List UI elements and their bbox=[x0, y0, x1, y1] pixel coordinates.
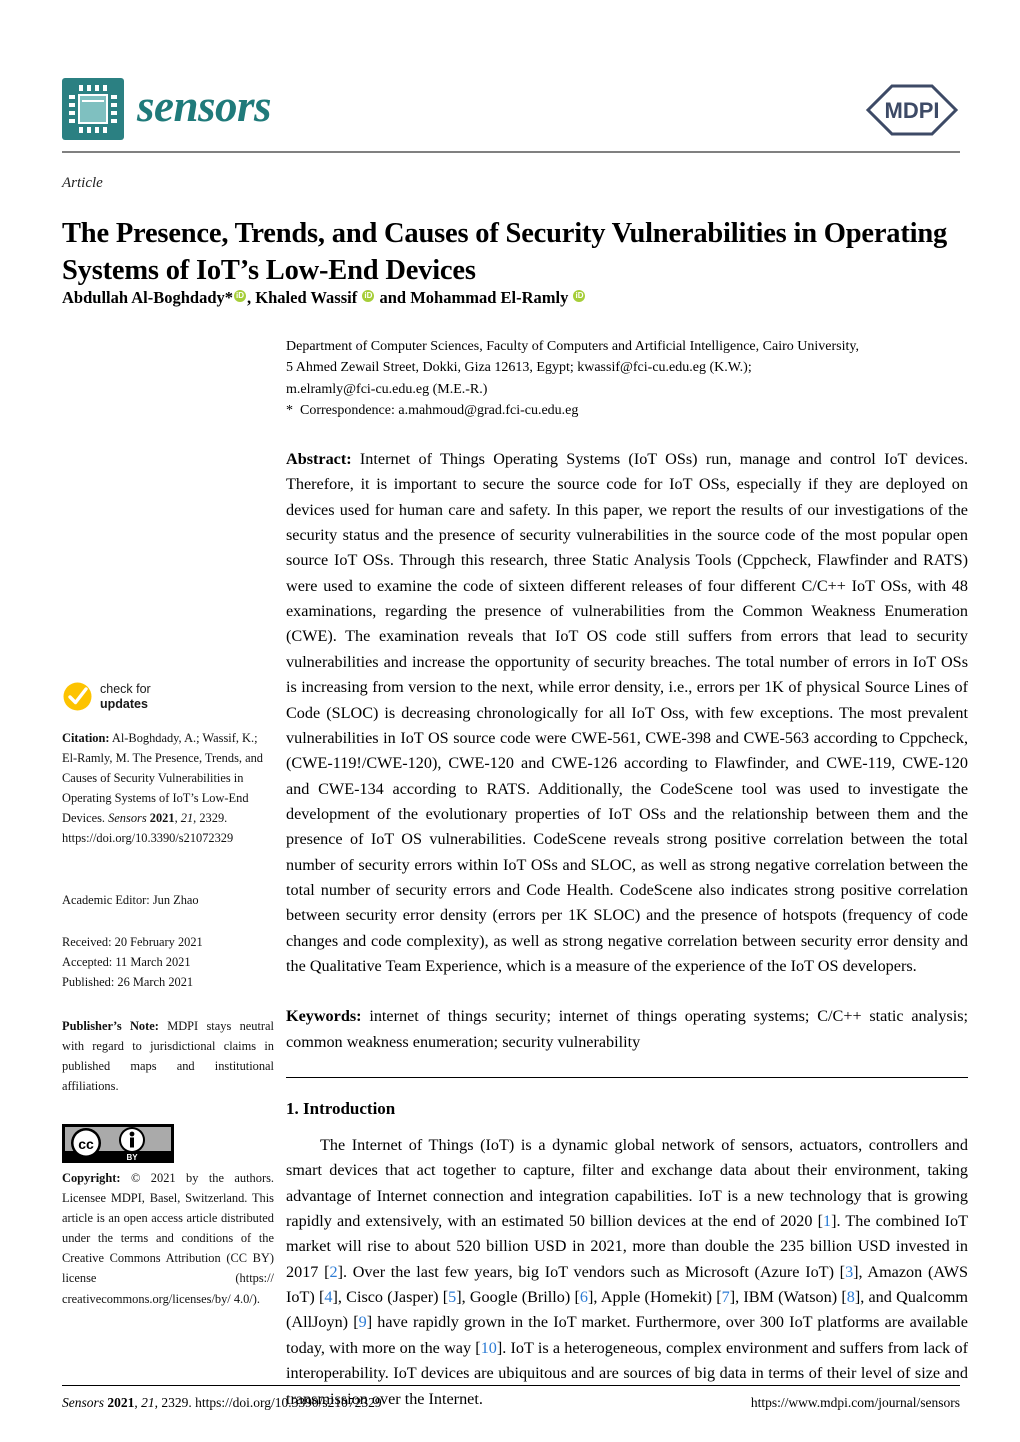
citation-reference[interactable]: 7 bbox=[722, 1288, 730, 1306]
citation-pages: 2329 bbox=[199, 811, 225, 826]
affiliation: Department of Computer Sciences, Faculty… bbox=[286, 336, 968, 421]
citation-label: Citation: bbox=[62, 731, 110, 745]
citation-year: 2021 bbox=[149, 811, 175, 826]
citation-reference[interactable]: 4 bbox=[324, 1288, 332, 1306]
received-date: Received: 20 February 2021 bbox=[62, 935, 203, 949]
publisher-note: Publisher’s Note: MDPI stays neutral wit… bbox=[62, 1016, 274, 1096]
citation-reference[interactable]: 2 bbox=[329, 1263, 337, 1281]
orcid-icon[interactable] bbox=[573, 289, 586, 302]
svg-text:MDPI: MDPI bbox=[885, 98, 940, 123]
citation-doi-line1[interactable]: https://doi.org/ bbox=[62, 831, 135, 845]
citation-reference[interactable]: 6 bbox=[580, 1288, 588, 1306]
keywords: Keywords: internet of things security; i… bbox=[286, 1004, 968, 1055]
correspondence-text: Correspondence: a.mahmoud@grad.fci-cu.ed… bbox=[300, 402, 579, 418]
paper-page: sensors MDPI Article The Presence, Trend… bbox=[0, 0, 1020, 1442]
footer-citation: Sensors 2021, 21, 2329. https://doi.org/… bbox=[62, 1395, 382, 1410]
check-for-updates-badge[interactable]: check for updates bbox=[62, 681, 151, 712]
correspondence-line: * Correspondence: a.mahmoud@grad.fci-cu.… bbox=[286, 400, 968, 421]
publisher-note-label: Publisher’s Note: bbox=[62, 1019, 159, 1033]
dates-block: Received: 20 February 2021 Accepted: 11 … bbox=[62, 932, 274, 992]
abstract-text: Internet of Things Operating Systems (Io… bbox=[286, 450, 968, 975]
section-divider bbox=[286, 1076, 968, 1078]
abstract: Abstract: Internet of Things Operating S… bbox=[286, 447, 968, 979]
footer-rest: , 2329. https://doi.org/10.3390/s2107232… bbox=[154, 1395, 382, 1410]
abstract-label: Abstract: bbox=[286, 450, 352, 469]
citation-reference[interactable]: 3 bbox=[845, 1263, 853, 1281]
corresponding-mark: * bbox=[224, 288, 234, 307]
citation-reference[interactable]: 9 bbox=[359, 1313, 367, 1331]
citation-reference[interactable]: 1 bbox=[823, 1212, 831, 1230]
journal-name: sensors bbox=[137, 80, 272, 131]
section-heading-introduction: 1. Introduction bbox=[286, 1098, 396, 1118]
accepted-date: Accepted: 11 March 2021 bbox=[62, 955, 191, 970]
page-title: The Presence, Trends, and Causes of Secu… bbox=[62, 218, 948, 287]
introduction-paragraph: The Internet of Things (IoT) is a dynami… bbox=[286, 1136, 969, 1408]
masthead-divider bbox=[62, 151, 960, 153]
citation-reference[interactable]: 8 bbox=[847, 1288, 855, 1306]
author-name: Mohammad El-Ramly bbox=[410, 288, 569, 307]
author-name: Khaled Wassif bbox=[255, 288, 358, 307]
check-for-updates-label: check for updates bbox=[100, 682, 151, 712]
creative-commons-by-icon[interactable]: cc BY bbox=[62, 1124, 174, 1163]
chip-icon bbox=[62, 78, 124, 140]
footer-volume: 21 bbox=[141, 1395, 155, 1410]
footer-journal-url[interactable]: https://www.mdpi.com/journal/sensors bbox=[751, 1395, 960, 1411]
academic-editor: Academic Editor: Jun Zhao bbox=[62, 893, 199, 907]
copyright-text: © 2021 by the authors. Licensee MDPI, Ba… bbox=[62, 1171, 274, 1306]
footer-year: 2021 bbox=[107, 1395, 135, 1410]
svg-text:cc: cc bbox=[78, 1136, 94, 1152]
citation-volume: 21 bbox=[180, 811, 194, 826]
author-name: Abdullah Al-Boghdady bbox=[62, 288, 225, 307]
affiliation-line: Department of Computer Sciences, Faculty… bbox=[286, 339, 859, 354]
author-separator: and bbox=[375, 288, 411, 307]
published-date: Published: 26 March 2021 bbox=[62, 975, 194, 990]
cfu-line2: updates bbox=[100, 696, 148, 711]
citation-reference[interactable]: 5 bbox=[448, 1288, 456, 1306]
citation-doi-line2[interactable]: 10.3390/s21072329 bbox=[135, 831, 233, 845]
copyright-label: Copyright: bbox=[62, 1171, 121, 1185]
page-footer: Sensors 2021, 21, 2329. https://doi.org/… bbox=[62, 1395, 960, 1411]
citation-reference[interactable]: 10 bbox=[481, 1339, 497, 1357]
affiliation-line: m.elramly@fci-cu.edu.eg (M.E.-R.) bbox=[286, 381, 488, 397]
affiliation-line: 5 Ahmed Zewail Street, Dokki, Giza 12613… bbox=[286, 360, 752, 376]
article-type: Article bbox=[62, 175, 103, 191]
orcid-icon[interactable] bbox=[362, 289, 375, 302]
keywords-label: Keywords: bbox=[286, 1007, 362, 1026]
main-column: Department of Computer Sciences, Faculty… bbox=[286, 336, 968, 1412]
correspondence-star: * bbox=[286, 402, 293, 418]
footer-journal: Sensors bbox=[62, 1395, 105, 1410]
author-list: Abdullah Al-Boghdady*, Khaled Wassif and… bbox=[62, 288, 586, 308]
citation-journal: Sensors bbox=[108, 811, 147, 826]
orcid-icon[interactable] bbox=[234, 289, 247, 302]
cfu-line1: check for bbox=[100, 681, 151, 696]
mdpi-logo: MDPI bbox=[864, 82, 960, 138]
check-circle-icon bbox=[62, 681, 93, 712]
masthead: sensors MDPI bbox=[62, 76, 960, 148]
citation-block: Citation: Al-Boghdady, A.; Wassif, K.; E… bbox=[62, 731, 263, 846]
keywords-text: internet of things security; internet of… bbox=[286, 1007, 968, 1051]
footer-divider bbox=[62, 1385, 960, 1386]
copyright-block: Copyright: © 2021 by the authors. Licens… bbox=[62, 1168, 274, 1309]
journal-logo: sensors bbox=[62, 78, 272, 140]
svg-text:BY: BY bbox=[126, 1153, 138, 1162]
